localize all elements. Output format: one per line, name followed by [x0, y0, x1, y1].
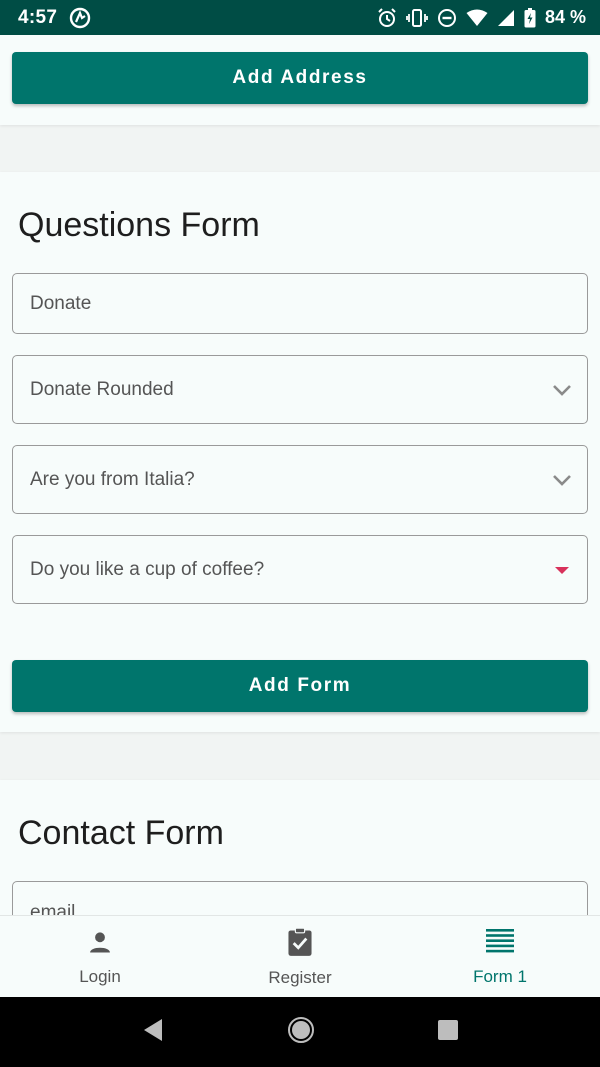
bottom-navigation: Login Register Form 1 [0, 915, 600, 998]
clipboard-check-icon [286, 927, 314, 962]
donate-rounded-label: Donate Rounded [30, 378, 174, 400]
nav-label-register: Register [268, 967, 332, 987]
chevron-down-icon [551, 383, 573, 397]
coffee-label: Do you like a cup of coffee? [30, 558, 265, 580]
person-icon [86, 928, 114, 961]
nav-label-login: Login [79, 966, 121, 986]
contact-form-card: Contact Form email [0, 780, 600, 941]
questions-form-card: Questions Form Donate Donate Rounded Are… [0, 172, 600, 732]
nav-item-register[interactable]: Register [200, 916, 400, 998]
contact-form-title: Contact Form [18, 814, 224, 852]
coffee-select[interactable]: Do you like a cup of coffee? [12, 535, 588, 604]
chevron-down-icon [551, 473, 573, 487]
add-address-button[interactable]: Add Address [12, 52, 588, 104]
recents-icon[interactable] [437, 1019, 459, 1046]
signal-icon [497, 9, 515, 27]
italia-select[interactable]: Are you from Italia? [12, 445, 588, 514]
dropdown-triangle-icon [551, 564, 573, 576]
system-navigation-bar [0, 997, 600, 1067]
alarm-icon [377, 7, 397, 28]
questions-form-title: Questions Form [18, 206, 260, 244]
address-card: Add Address [0, 35, 600, 125]
wifi-icon [466, 9, 488, 27]
back-icon[interactable] [141, 1017, 165, 1048]
nav-item-login[interactable]: Login [0, 916, 200, 998]
home-icon[interactable] [287, 1016, 315, 1049]
status-bar: 4:57 84 % [0, 0, 600, 35]
donate-rounded-select[interactable]: Donate Rounded [12, 355, 588, 424]
add-form-button[interactable]: Add Form [12, 660, 588, 712]
app-notification-icon [69, 7, 91, 29]
donate-input[interactable]: Donate [12, 273, 588, 334]
italia-label: Are you from Italia? [30, 468, 195, 490]
battery-icon [524, 7, 536, 28]
nav-item-form-1[interactable]: Form 1 [400, 916, 600, 998]
status-time: 4:57 [18, 6, 58, 28]
donate-input-label: Donate [30, 292, 92, 314]
vibrate-icon [406, 8, 428, 28]
list-lines-icon [485, 928, 515, 961]
dnd-icon [437, 8, 457, 28]
nav-label-form-1: Form 1 [473, 966, 527, 986]
battery-level: 84 % [544, 7, 586, 27]
